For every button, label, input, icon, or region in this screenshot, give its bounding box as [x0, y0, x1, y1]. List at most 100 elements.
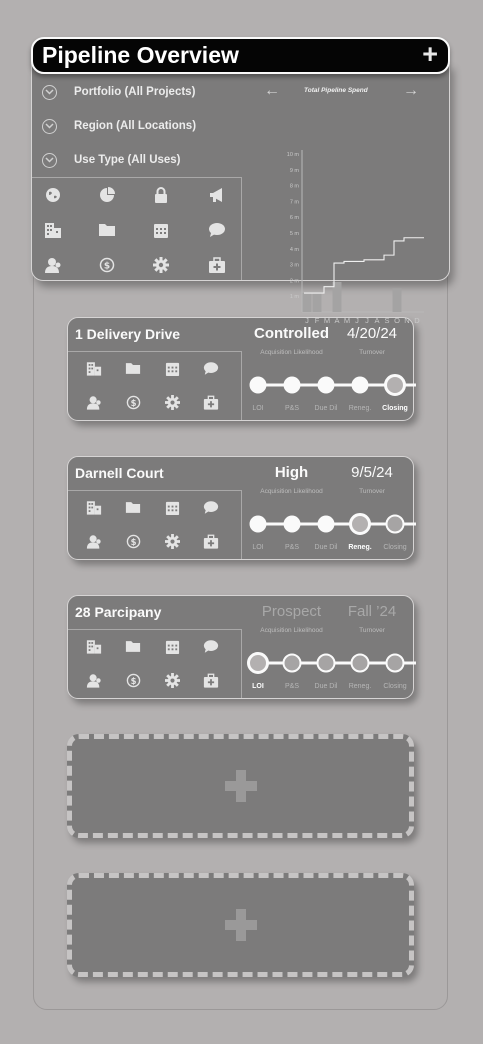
- stage-dot-current: [349, 513, 371, 535]
- medical-kit-icon[interactable]: [203, 533, 219, 549]
- stage-label: P&S: [285, 405, 299, 412]
- buildings-icon[interactable]: [86, 638, 102, 654]
- stage-dot-current: [384, 374, 406, 396]
- acquisition-likelihood: High: [274, 464, 309, 481]
- stage-tracker: LOI P&S Due Dil Reneg. Closing: [249, 513, 416, 551]
- spend-bar: [392, 288, 402, 312]
- chevron-down-icon: [42, 152, 57, 168]
- stage-dot-complete: [283, 515, 301, 533]
- calendar-icon[interactable]: [164, 499, 180, 515]
- globe-icon[interactable]: [44, 186, 62, 204]
- pie-chart-icon[interactable]: [98, 186, 116, 204]
- dollar-icon[interactable]: $: [125, 672, 141, 688]
- y-tick-label: 6 m: [290, 215, 300, 221]
- y-tick-label: 5 m: [290, 231, 300, 237]
- dollar-icon[interactable]: $: [98, 256, 116, 274]
- page-title: Pipeline Overview: [42, 42, 239, 68]
- stage-label: Reneg.: [348, 544, 371, 551]
- chat-icon[interactable]: [203, 499, 219, 515]
- gear-icon[interactable]: [164, 533, 180, 549]
- project-card[interactable]: Darnell Court High 9/5/24 Acquisition Li…: [67, 456, 416, 560]
- spend-chart: 1 m2 m3 m4 m5 m6 m7 m8 m9 m10 mJ F M A M J J A S…: [287, 150, 424, 325]
- medical-kit-icon[interactable]: [208, 256, 226, 274]
- users-icon[interactable]: [44, 256, 62, 274]
- turnover-date: 9/5/24: [351, 464, 393, 481]
- stage-dot-complete: [317, 515, 335, 533]
- acquisition-likelihood: Prospect: [261, 603, 322, 620]
- filter-region-label: Region (All Locations): [74, 120, 197, 132]
- folder-icon[interactable]: [125, 360, 141, 376]
- stage-label: LOI: [252, 544, 263, 551]
- stage-tracker: LOI P&S Due Dil Reneg. Closing: [247, 652, 416, 690]
- calendar-icon[interactable]: [164, 360, 180, 376]
- medical-kit-icon[interactable]: [203, 394, 219, 410]
- gear-icon[interactable]: [164, 394, 180, 410]
- chat-icon[interactable]: [208, 221, 226, 239]
- buildings-icon[interactable]: [86, 499, 102, 515]
- stage-dot-complete: [317, 376, 335, 394]
- calendar-icon[interactable]: [164, 638, 180, 654]
- stage-label: Reneg.: [349, 405, 372, 412]
- medical-kit-icon[interactable]: [203, 672, 219, 688]
- y-tick-label: 2 m: [290, 278, 300, 284]
- y-tick-label: 4 m: [290, 247, 300, 253]
- add-project-slot[interactable]: [67, 873, 414, 977]
- x-tick-label: F: [315, 316, 320, 325]
- x-tick-label: J: [365, 316, 369, 325]
- chat-icon[interactable]: [203, 360, 219, 376]
- stage-dot-complete: [351, 376, 369, 394]
- y-tick-label: 3 m: [290, 263, 300, 269]
- folder-icon[interactable]: [125, 638, 141, 654]
- gear-icon[interactable]: [152, 256, 170, 274]
- stage-label: P&S: [285, 544, 299, 551]
- y-tick-label: 9 m: [290, 168, 300, 174]
- add-project-button[interactable]: +: [422, 39, 438, 70]
- gear-icon[interactable]: [164, 672, 180, 688]
- chart-prev-button[interactable]: ←: [264, 82, 280, 100]
- card-icon-grid: $: [68, 490, 242, 559]
- chat-icon[interactable]: [203, 638, 219, 654]
- stage-dot-complete: [283, 376, 301, 394]
- turnover-label: Turnover: [359, 488, 385, 495]
- filter-use-type[interactable]: Use Type (All Uses): [42, 150, 181, 170]
- users-icon[interactable]: [86, 394, 102, 410]
- x-tick-label: O: [394, 316, 400, 325]
- x-tick-label: J: [355, 316, 359, 325]
- users-icon[interactable]: [86, 533, 102, 549]
- overview-panel: Portfolio (All Projects) Region (All Loc…: [31, 63, 450, 325]
- lock-icon[interactable]: [152, 186, 170, 204]
- filter-region[interactable]: Region (All Locations): [42, 116, 196, 136]
- stage-dot-pending: [350, 653, 370, 673]
- filter-portfolio[interactable]: Portfolio (All Projects): [42, 82, 195, 102]
- stage-label: LOI: [252, 683, 264, 690]
- buildings-icon[interactable]: [44, 221, 62, 239]
- calendar-icon[interactable]: [152, 221, 170, 239]
- stage-label: LOI: [252, 405, 263, 412]
- buildings-icon[interactable]: [86, 360, 102, 376]
- chart-next-button[interactable]: →: [403, 82, 419, 100]
- y-tick-label: 10 m: [287, 152, 300, 158]
- stage-label: Closing: [382, 405, 408, 412]
- filter-use-type-label: Use Type (All Uses): [74, 154, 181, 166]
- x-tick-label: A: [374, 316, 379, 325]
- megaphone-icon[interactable]: [208, 186, 226, 204]
- plus-icon: [224, 909, 257, 941]
- project-card[interactable]: 1 Delivery Drive Controlled 4/20/24 Acqu…: [67, 317, 416, 421]
- stage-label: Reneg.: [349, 683, 372, 690]
- dollar-icon[interactable]: $: [125, 394, 141, 410]
- folder-icon[interactable]: [98, 221, 116, 239]
- chevron-down-icon: [42, 84, 57, 100]
- title-bar: Pipeline Overview +: [31, 37, 450, 74]
- acquisition-likelihood: Controlled: [254, 325, 329, 342]
- users-icon[interactable]: [86, 672, 102, 688]
- card-icon-grid: $: [68, 351, 242, 420]
- spend-bar: [302, 293, 312, 312]
- project-card[interactable]: 28 Parcipany Prospect Fall ’24 Acquisiti…: [67, 595, 416, 699]
- stage-label: Closing: [383, 544, 406, 551]
- add-project-slot[interactable]: [67, 734, 414, 838]
- project-name: Darnell Court: [75, 465, 164, 481]
- acquisition-likelihood-label: Acquisition Likelihood: [260, 488, 323, 495]
- folder-icon[interactable]: [125, 499, 141, 515]
- overview-icon-grid: $: [32, 177, 242, 280]
- dollar-icon[interactable]: $: [125, 533, 141, 549]
